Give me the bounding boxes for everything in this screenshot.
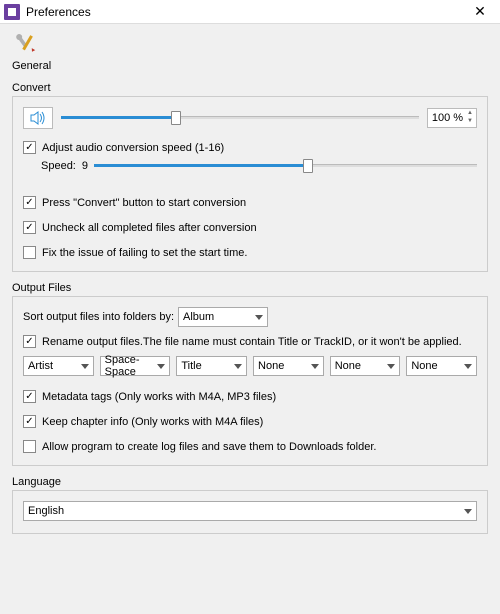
rename-files-checkbox[interactable] <box>23 335 36 348</box>
keep-chapter-label: Keep chapter info (Only works with M4A f… <box>42 416 263 428</box>
uncheck-completed-label: Uncheck all completed files after conver… <box>42 222 257 234</box>
allow-logs-label: Allow program to create log files and sa… <box>42 441 376 453</box>
app-icon <box>4 4 20 20</box>
window-title: Preferences <box>26 5 464 19</box>
spinner-up-icon[interactable]: ▲ <box>467 109 473 117</box>
fix-start-time-label: Fix the issue of failing to set the star… <box>42 247 247 259</box>
keep-chapter-checkbox[interactable] <box>23 415 36 428</box>
volume-slider[interactable] <box>61 110 419 126</box>
volume-icon[interactable] <box>23 107 53 129</box>
filename-field-5-value: None <box>335 360 361 372</box>
convert-group: 100 % ▲ ▼ Adjust audio conversion speed … <box>12 96 488 272</box>
language-group: English <box>12 490 488 534</box>
sort-by-label: Sort output files into folders by: <box>23 311 174 323</box>
language-value: English <box>28 505 64 517</box>
general-icon <box>12 32 38 58</box>
rename-files-label: Rename output files.The file name must c… <box>42 336 462 348</box>
speed-slider[interactable] <box>94 158 477 174</box>
filename-field-6-value: None <box>411 360 437 372</box>
volume-percent-input[interactable]: 100 % ▲ ▼ <box>427 108 477 128</box>
general-label: General <box>12 60 51 72</box>
metadata-tags-checkbox[interactable] <box>23 390 36 403</box>
press-convert-label: Press "Convert" button to start conversi… <box>42 197 246 209</box>
filename-field-2-value: Space-Space <box>105 354 154 378</box>
output-section-label: Output Files <box>12 282 488 294</box>
speed-value: 9 <box>82 160 88 172</box>
filename-field-1-value: Artist <box>28 360 53 372</box>
speed-label: Speed: <box>41 160 76 172</box>
adjust-speed-checkbox[interactable] <box>23 141 36 154</box>
filename-field-4-value: None <box>258 360 284 372</box>
filename-field-6[interactable]: None <box>406 356 477 376</box>
convert-section-label: Convert <box>12 82 488 94</box>
allow-logs-checkbox[interactable] <box>23 440 36 453</box>
adjust-speed-label: Adjust audio conversion speed (1-16) <box>42 142 224 154</box>
language-section-label: Language <box>12 476 488 488</box>
filename-field-5[interactable]: None <box>330 356 401 376</box>
sort-by-value: Album <box>183 311 214 323</box>
filename-field-3-value: Title <box>181 360 201 372</box>
filename-field-2[interactable]: Space-Space <box>100 356 171 376</box>
fix-start-time-checkbox[interactable] <box>23 246 36 259</box>
filename-field-1[interactable]: Artist <box>23 356 94 376</box>
output-group: Sort output files into folders by: Album… <box>12 296 488 466</box>
uncheck-completed-checkbox[interactable] <box>23 221 36 234</box>
volume-percent-value: 100 % <box>432 112 463 124</box>
filename-field-3[interactable]: Title <box>176 356 247 376</box>
spinner-down-icon[interactable]: ▼ <box>467 117 473 125</box>
filename-field-4[interactable]: None <box>253 356 324 376</box>
close-button[interactable]: ✕ <box>464 3 496 20</box>
language-select[interactable]: English <box>23 501 477 521</box>
press-convert-checkbox[interactable] <box>23 196 36 209</box>
metadata-tags-label: Metadata tags (Only works with M4A, MP3 … <box>42 391 276 403</box>
sort-by-select[interactable]: Album <box>178 307 268 327</box>
